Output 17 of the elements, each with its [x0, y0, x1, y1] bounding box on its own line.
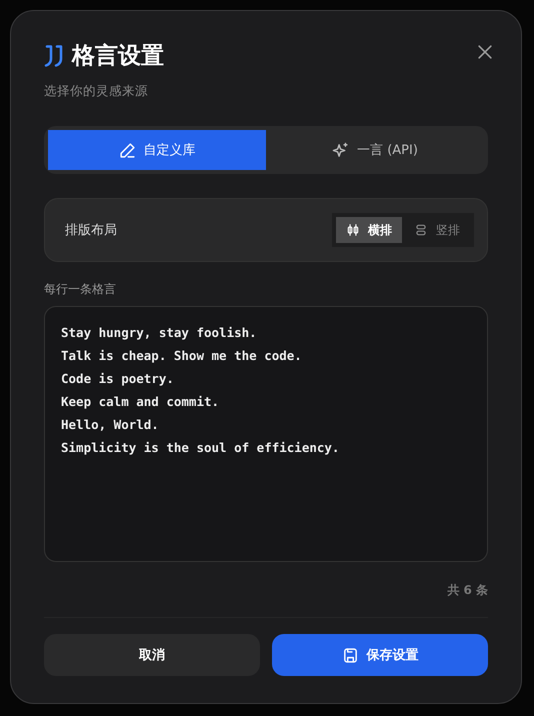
rows-icon — [414, 223, 428, 238]
save-button[interactable]: 保存设置 — [272, 634, 488, 676]
quote-count: 共 6 条 — [446, 582, 488, 600]
sparkle-icon — [332, 142, 350, 159]
source-tab[interactable]: 自定义库 — [48, 130, 266, 170]
dialog-subtitle: 选择你的灵感来源 — [44, 82, 149, 100]
layout-option[interactable]: 竖排 — [404, 217, 470, 244]
columns-icon — [346, 223, 360, 238]
quotes-field[interactable]: Stay hungry, stay foolish. Talk is cheap. Show me the code. Code is poetry. Keep calm and commit. Hello, World. Simplicity is the soul of efficiency. — [44, 306, 488, 562]
cancel-button[interactable]: 取消 — [44, 634, 260, 676]
dialog-title: 格言设置 — [72, 42, 164, 71]
pencil-icon — [118, 142, 136, 159]
quote-icon — [44, 45, 64, 68]
source-tab[interactable]: 一言 (API) — [266, 130, 484, 170]
layout-option[interactable]: 横排 — [336, 217, 402, 244]
layout-label: 排版布局 — [65, 222, 117, 240]
quotes-label: 每行一条格言 — [44, 281, 117, 298]
